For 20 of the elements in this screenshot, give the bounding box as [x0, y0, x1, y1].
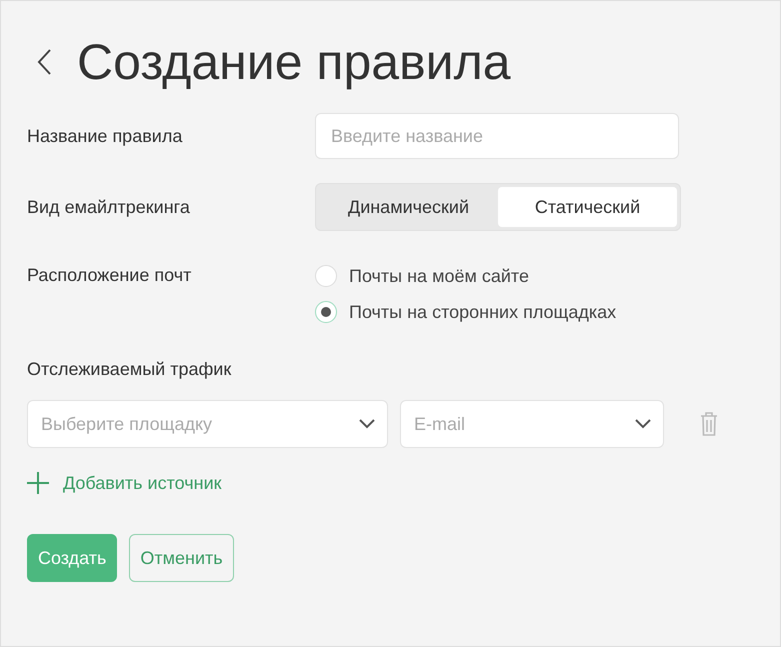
- segment-tab[interactable]: Статический: [498, 187, 677, 227]
- field-label: Отслеживаемый трафик: [27, 359, 232, 380]
- field-label: Название правила: [27, 126, 184, 146]
- chevron-down-icon: [635, 419, 651, 429]
- radio-button[interactable]: [315, 265, 337, 287]
- segment-tab[interactable]: Динамический: [319, 187, 498, 227]
- radio-label[interactable]: Почты на моём сайте: [349, 266, 529, 286]
- radio-button[interactable]: [315, 301, 337, 323]
- platform-dropdown[interactable]: Выберите площадку: [27, 400, 388, 448]
- name-input-field[interactable]: Введите название: [315, 113, 679, 159]
- field-label: Вид емайлтрекинга: [27, 196, 191, 218]
- page-title: Создание правила: [77, 33, 511, 91]
- create-button[interactable]: Создать: [27, 534, 118, 582]
- channel-dropdown[interactable]: E-mail: [400, 400, 664, 448]
- chevron-down-icon: [359, 419, 375, 429]
- add-source-link[interactable]: Добавить источник: [27, 472, 222, 494]
- field-label: Расположение почт: [27, 265, 192, 286]
- plus-icon: [27, 472, 49, 494]
- cancel-button[interactable]: Отменить: [129, 534, 234, 582]
- radio-label[interactable]: Почты на сторонних площадках: [349, 302, 616, 322]
